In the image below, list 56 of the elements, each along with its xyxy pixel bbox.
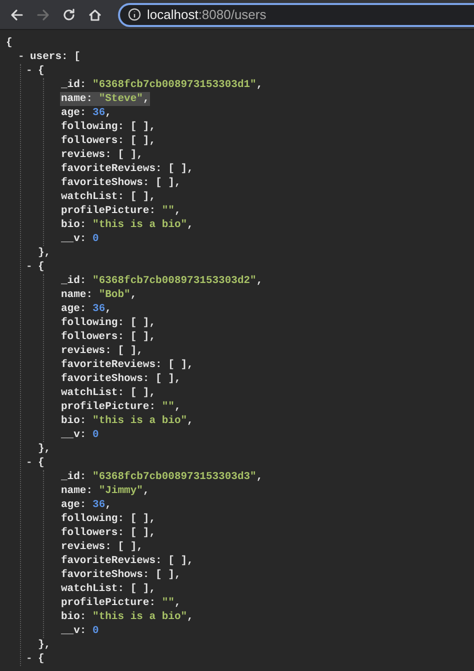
json-line: favoriteShows: [ ], bbox=[60, 568, 182, 582]
json-line: age: 36, bbox=[60, 106, 112, 120]
json-line: _id: "6368fcb7cb008973153303d1", bbox=[60, 78, 264, 92]
json-line: __v: 0 bbox=[60, 232, 100, 246]
json-line: _id: "6368fcb7cb008973153303d2", bbox=[60, 274, 264, 288]
json-line: watchList: [ ], bbox=[60, 582, 157, 596]
json-line: favoriteReviews: [ ], bbox=[60, 358, 194, 372]
collapse-toggle[interactable]: - bbox=[26, 652, 38, 666]
json-line: bio: "this is a bio", bbox=[60, 218, 194, 232]
forward-arrow-icon bbox=[36, 8, 50, 22]
json-bracket: { bbox=[38, 456, 44, 470]
json-line: age: 36, bbox=[60, 498, 112, 512]
url-text: localhost:8080/users bbox=[147, 7, 266, 22]
json-line: following: [ ], bbox=[60, 120, 157, 134]
collapse-toggle[interactable]: - bbox=[26, 456, 38, 470]
json-line: name: "Jimmy", bbox=[60, 484, 150, 498]
back-arrow-icon bbox=[10, 8, 24, 22]
json-bracket: { bbox=[38, 260, 44, 274]
json-line: __v: 0 bbox=[60, 624, 100, 638]
json-line: favoriteShows: [ ], bbox=[60, 176, 182, 190]
json-line: profilePicture: "", bbox=[60, 204, 182, 218]
json-line: profilePicture: "", bbox=[60, 596, 182, 610]
json-line: reviews: [ ], bbox=[60, 148, 144, 162]
json-bracket: }, bbox=[38, 638, 51, 652]
reload-icon bbox=[62, 8, 76, 22]
json-line: __v: 0 bbox=[60, 428, 100, 442]
collapse-toggle[interactable]: - bbox=[18, 50, 30, 64]
json-line: bio: "this is a bio", bbox=[60, 610, 194, 624]
json-line: bio: "this is a bio", bbox=[60, 414, 194, 428]
json-line: favoriteReviews: [ ], bbox=[60, 162, 194, 176]
collapse-toggle[interactable]: - bbox=[26, 260, 38, 274]
json-line: age: 36, bbox=[60, 302, 112, 316]
info-icon bbox=[128, 8, 141, 21]
json-line: watchList: [ ], bbox=[60, 386, 157, 400]
collapse-toggle[interactable]: - bbox=[26, 64, 38, 78]
json-line: name: "Bob", bbox=[60, 288, 138, 302]
json-line: following: [ ], bbox=[60, 512, 157, 526]
json-line: favoriteReviews: [ ], bbox=[60, 554, 194, 568]
json-line: profilePicture: "", bbox=[60, 400, 182, 414]
home-icon bbox=[88, 8, 102, 22]
json-line: watchList: [ ], bbox=[60, 190, 157, 204]
json-bracket: { bbox=[38, 64, 44, 78]
json-line: followers: [ ], bbox=[60, 526, 157, 540]
json-bracket: { bbox=[6, 36, 12, 50]
json-line: following: [ ], bbox=[60, 316, 157, 330]
json-line: _id: "6368fcb7cb008973153303d3", bbox=[60, 470, 264, 484]
json-bracket: }, bbox=[38, 442, 51, 456]
json-line: followers: [ ], bbox=[60, 330, 157, 344]
json-bracket: { bbox=[38, 652, 44, 666]
json-line: users: [ bbox=[30, 50, 80, 64]
json-bracket: }, bbox=[38, 246, 51, 260]
json-line: favoriteShows: [ ], bbox=[60, 372, 182, 386]
json-line: followers: [ ], bbox=[60, 134, 157, 148]
json-line: reviews: [ ], bbox=[60, 344, 144, 358]
address-bar[interactable]: localhost:8080/users bbox=[118, 2, 474, 26]
json-line: reviews: [ ], bbox=[60, 540, 144, 554]
